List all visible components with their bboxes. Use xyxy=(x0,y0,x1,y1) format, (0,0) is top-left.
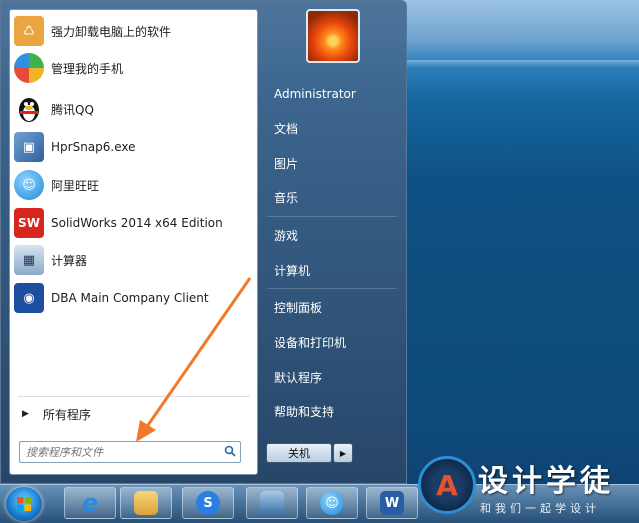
program-item-solidworks[interactable]: SW SolidWorks 2014 x64 Edition xyxy=(14,206,254,240)
right-panel-divider xyxy=(267,216,397,217)
start-button[interactable] xyxy=(6,487,42,521)
word-icon: W xyxy=(380,491,404,515)
dba-client-icon: ◉ xyxy=(14,283,44,313)
watermark-logo-letter: A xyxy=(436,468,458,502)
right-panel-divider xyxy=(267,288,397,289)
triangle-right-icon: ▶ xyxy=(339,448,347,458)
program-label: 强力卸载电脑上的软件 xyxy=(51,24,172,39)
right-item-help-support[interactable]: 帮助和支持 xyxy=(267,398,399,424)
right-item-pictures[interactable]: 图片 xyxy=(267,150,399,176)
hypersnap-icon: ▣ xyxy=(14,132,44,162)
search-icon[interactable] xyxy=(220,445,240,460)
right-item-label: 文档 xyxy=(274,121,299,136)
right-item-computer[interactable]: 计算机 xyxy=(267,257,399,283)
right-item-devices-printers[interactable]: 设备和打印机 xyxy=(267,329,399,355)
solidworks-icon: SW xyxy=(14,208,44,238)
taskbar-ie-button[interactable]: e xyxy=(64,487,116,519)
taskbar-aliwangwang-button[interactable]: ☺ xyxy=(306,487,358,519)
watermark-logo: A xyxy=(418,456,476,514)
search-area xyxy=(9,429,258,473)
all-programs-button[interactable]: ▶ 所有程序 xyxy=(14,402,254,426)
right-item-label: 计算机 xyxy=(274,263,311,278)
program-item-uninstaller[interactable]: ♺ 强力卸载电脑上的软件 xyxy=(14,14,254,48)
user-avatar[interactable] xyxy=(306,9,360,63)
right-item-label: 控制面板 xyxy=(274,300,323,315)
program-item-phone-manager[interactable]: 管理我的手机 xyxy=(14,51,254,85)
watermark-subtitle: 和我们一起学设计 xyxy=(480,502,600,515)
file-explorer-icon xyxy=(134,491,158,515)
start-menu-left-panel: ♺ 强力卸载电脑上的软件 管理我的手机 腾讯QQ ▣ HprSnap6.exe … xyxy=(9,9,258,475)
right-item-label: 帮助和支持 xyxy=(274,404,335,419)
right-item-label: Administrator xyxy=(274,87,356,101)
right-item-music[interactable]: 音乐 xyxy=(267,184,399,210)
program-label: 管理我的手机 xyxy=(51,61,124,76)
internet-explorer-icon: e xyxy=(81,489,99,517)
shutdown-options-button[interactable]: ▶ xyxy=(333,443,353,463)
right-item-label: 游戏 xyxy=(274,228,299,243)
right-item-administrator[interactable]: Administrator xyxy=(267,81,399,107)
taskbar-image-viewer-button[interactable] xyxy=(246,487,298,519)
qq-penguin-icon xyxy=(14,94,44,124)
search-input[interactable] xyxy=(20,444,220,460)
right-item-label: 图片 xyxy=(274,156,299,171)
right-item-documents[interactable]: 文档 xyxy=(267,115,399,141)
taskbar-sogou-button[interactable]: S xyxy=(182,487,234,519)
triangle-right-icon: ▶ xyxy=(22,409,29,419)
start-menu: ♺ 强力卸载电脑上的软件 管理我的手机 腾讯QQ ▣ HprSnap6.exe … xyxy=(0,0,407,484)
right-item-label: 默认程序 xyxy=(274,370,323,385)
program-item-dba-client[interactable]: ◉ DBA Main Company Client xyxy=(14,281,254,315)
aliwangwang-icon: ☺ xyxy=(14,170,44,200)
windows-logo-icon xyxy=(17,497,31,511)
right-item-control-panel[interactable]: 控制面板 xyxy=(267,294,399,320)
program-item-qq[interactable]: 腾讯QQ xyxy=(14,92,254,126)
uninstaller-icon: ♺ xyxy=(14,16,44,46)
calculator-icon: ▦ xyxy=(14,245,44,275)
program-item-aliwangwang[interactable]: ☺ 阿里旺旺 xyxy=(14,168,254,202)
shutdown-label: 关机 xyxy=(288,447,310,460)
aliwangwang-icon: ☺ xyxy=(320,491,344,515)
program-label: SolidWorks 2014 x64 Edition xyxy=(51,216,223,230)
program-label: HprSnap6.exe xyxy=(51,140,136,154)
program-label: 计算器 xyxy=(51,253,88,268)
left-panel-divider xyxy=(18,396,250,397)
program-label: DBA Main Company Client xyxy=(51,291,209,305)
taskbar-word-button[interactable]: W xyxy=(366,487,418,519)
phone-manager-icon xyxy=(14,53,44,83)
watermark-title: 设计学徒 xyxy=(478,464,614,499)
program-label: 腾讯QQ xyxy=(51,102,94,117)
right-item-games[interactable]: 游戏 xyxy=(267,222,399,248)
program-label: 阿里旺旺 xyxy=(51,178,100,193)
program-item-hypersnap[interactable]: ▣ HprSnap6.exe xyxy=(14,130,254,164)
search-box[interactable] xyxy=(19,441,241,463)
image-viewer-icon xyxy=(260,491,284,515)
right-item-label: 设备和打印机 xyxy=(274,335,347,350)
all-programs-label: 所有程序 xyxy=(42,407,91,422)
right-item-label: 音乐 xyxy=(274,190,299,205)
sogou-input-icon: S xyxy=(196,491,220,515)
right-item-default-programs[interactable]: 默认程序 xyxy=(267,364,399,390)
taskbar-explorer-button[interactable] xyxy=(120,487,172,519)
shutdown-button[interactable]: 关机 xyxy=(266,443,332,463)
program-item-calculator[interactable]: ▦ 计算器 xyxy=(14,243,254,277)
